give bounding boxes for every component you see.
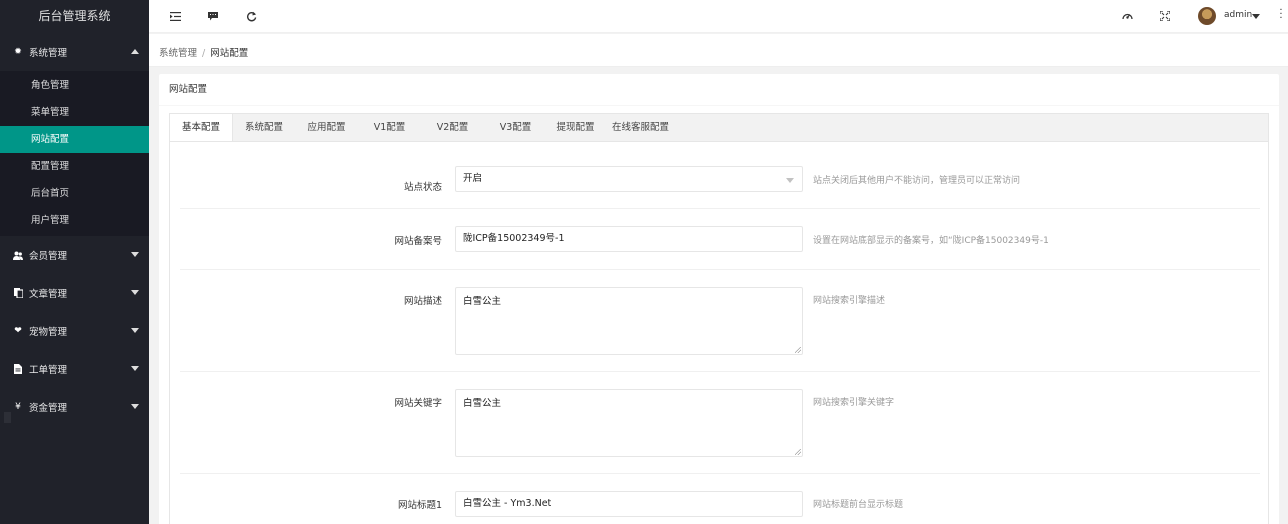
- chevron-down-icon: [786, 178, 794, 183]
- user-name[interactable]: admin: [1224, 10, 1252, 20]
- breadcrumb-bar: 系统管理 / 网站配置: [149, 34, 1288, 67]
- tab-bar: 基本配置 系统配置 应用配置 V1配置 V2配置 V3配置 提现配置 在线客服配…: [169, 113, 1269, 143]
- breadcrumb-parent[interactable]: 系统管理: [159, 48, 197, 59]
- heart-icon: ❤: [14, 326, 22, 336]
- nav-group-label: 会员管理: [29, 251, 68, 262]
- theme-icon[interactable]: [1121, 10, 1133, 22]
- sidebar-scroll-handle[interactable]: [4, 412, 11, 423]
- keywords-value: 白雪公主: [463, 398, 502, 409]
- tab-online-service[interactable]: 在线客服配置: [604, 114, 677, 142]
- icp-label: 网站备案号: [394, 236, 442, 247]
- yen-icon: ¥: [15, 402, 21, 412]
- icp-input[interactable]: 陇ICP备15002349号-1: [455, 226, 803, 252]
- nav-group-system: ✹ 系统管理 角色管理 菜单管理 网站配置 配置管理 后台首页 用户管理: [0, 33, 149, 236]
- nav-group-label: 资金管理: [29, 403, 68, 414]
- file-icon: [13, 364, 23, 374]
- site-status-hint: 站点关闭后其他用户不能访问，管理员可以正常访问: [813, 176, 1021, 186]
- fullscreen-icon[interactable]: [1159, 10, 1171, 22]
- keywords-label: 网站关键字: [394, 398, 442, 409]
- site-status-label: 站点状态: [403, 182, 442, 193]
- description-value: 白雪公主: [463, 296, 502, 307]
- icp-hint: 设置在网站底部显示的备案号，如“陇ICP备15002349号-1: [813, 236, 1049, 246]
- gear-icon: ✹: [14, 47, 22, 57]
- chevron-down-icon: [131, 290, 139, 295]
- users-icon: [13, 250, 23, 260]
- chevron-down-icon: [131, 252, 139, 257]
- resize-handle-icon[interactable]: [795, 449, 801, 455]
- tab-v1[interactable]: V1配置: [358, 114, 421, 142]
- nav-group-members[interactable]: 会员管理: [0, 236, 149, 274]
- nav-group-articles[interactable]: 文章管理: [0, 274, 149, 312]
- description-label: 网站描述: [403, 296, 442, 307]
- tab-app[interactable]: 应用配置: [295, 114, 358, 142]
- sidebar-item-users[interactable]: 用户管理: [0, 207, 149, 234]
- sidebar-item-config-manage[interactable]: 配置管理: [0, 153, 149, 180]
- nav-group-funds[interactable]: ¥ 资金管理: [0, 388, 149, 426]
- keywords-hint: 网站搜索引擎关键字: [813, 398, 895, 408]
- config-card: 网站配置 基本配置 系统配置 应用配置 V1配置 V2配置 V3配置 提现配置 …: [159, 74, 1279, 524]
- menu-shrink-icon[interactable]: [169, 10, 181, 22]
- caret-down-icon[interactable]: [1252, 14, 1260, 19]
- copy-icon: [13, 288, 23, 298]
- tab-v2[interactable]: V2配置: [421, 114, 484, 142]
- avatar[interactable]: [1198, 7, 1216, 25]
- site-status-value: 开启: [463, 173, 483, 184]
- tab-system[interactable]: 系统配置: [233, 114, 295, 142]
- card-title: 网站配置: [159, 74, 1279, 106]
- tab-panel-basic: 站点状态 开启 站点关闭后其他用户不能访问，管理员可以正常访问 网站备案号 陇I…: [169, 141, 1269, 524]
- nav-group-system-header[interactable]: ✹ 系统管理: [0, 33, 149, 71]
- sidebar-item-menus[interactable]: 菜单管理: [0, 99, 149, 126]
- nav-group-label: 系统管理: [29, 48, 68, 59]
- breadcrumb-separator: /: [202, 48, 206, 59]
- title1-input[interactable]: 白雪公主 - Ym3.Net: [455, 491, 803, 517]
- more-icon[interactable]: · · ·: [1279, 6, 1283, 24]
- tab-withdraw[interactable]: 提现配置: [547, 114, 604, 142]
- app-logo-title: 后台管理系统: [38, 9, 111, 23]
- title1-label: 网站标题1: [397, 500, 442, 511]
- row-divider: [180, 473, 1260, 474]
- breadcrumb: 系统管理 / 网站配置: [159, 45, 248, 59]
- sidebar-item-site-config[interactable]: 网站配置: [0, 126, 149, 153]
- chevron-down-icon: [131, 404, 139, 409]
- row-divider: [180, 269, 1260, 270]
- nav-group-label: 文章管理: [29, 289, 68, 300]
- tab-basic[interactable]: 基本配置: [170, 114, 233, 143]
- breadcrumb-current: 网站配置: [210, 48, 249, 59]
- sidebar-item-admin-home[interactable]: 后台首页: [0, 180, 149, 207]
- chevron-down-icon: [131, 328, 139, 333]
- row-divider: [180, 208, 1260, 209]
- nav-group-pets[interactable]: ❤ 宠物管理: [0, 312, 149, 350]
- row-divider: [180, 371, 1260, 372]
- message-icon[interactable]: [207, 10, 219, 22]
- tab-v3[interactable]: V3配置: [484, 114, 547, 142]
- title1-hint: 网站标题前台显示标题: [813, 500, 904, 510]
- description-hint: 网站搜索引擎描述: [813, 296, 886, 306]
- refresh-icon[interactable]: [245, 10, 257, 22]
- site-status-select[interactable]: 开启: [455, 166, 803, 192]
- chevron-down-icon: [131, 366, 139, 371]
- description-textarea[interactable]: 白雪公主: [455, 287, 803, 355]
- chevron-up-icon: [131, 49, 139, 54]
- nav-group-tickets[interactable]: 工单管理: [0, 350, 149, 388]
- subnav-system: 角色管理 菜单管理 网站配置 配置管理 后台首页 用户管理: [0, 71, 149, 236]
- resize-handle-icon[interactable]: [795, 347, 801, 353]
- top-header: admin · · ·: [149, 0, 1288, 33]
- keywords-textarea[interactable]: 白雪公主: [455, 389, 803, 457]
- sidebar-item-roles[interactable]: 角色管理: [0, 72, 149, 99]
- nav-group-label: 工单管理: [29, 365, 68, 376]
- nav-group-label: 宠物管理: [29, 327, 68, 338]
- sidebar: 后台管理系统 ✹ 系统管理 角色管理 菜单管理 网站配置 配置管理 后台首页 用…: [0, 0, 149, 524]
